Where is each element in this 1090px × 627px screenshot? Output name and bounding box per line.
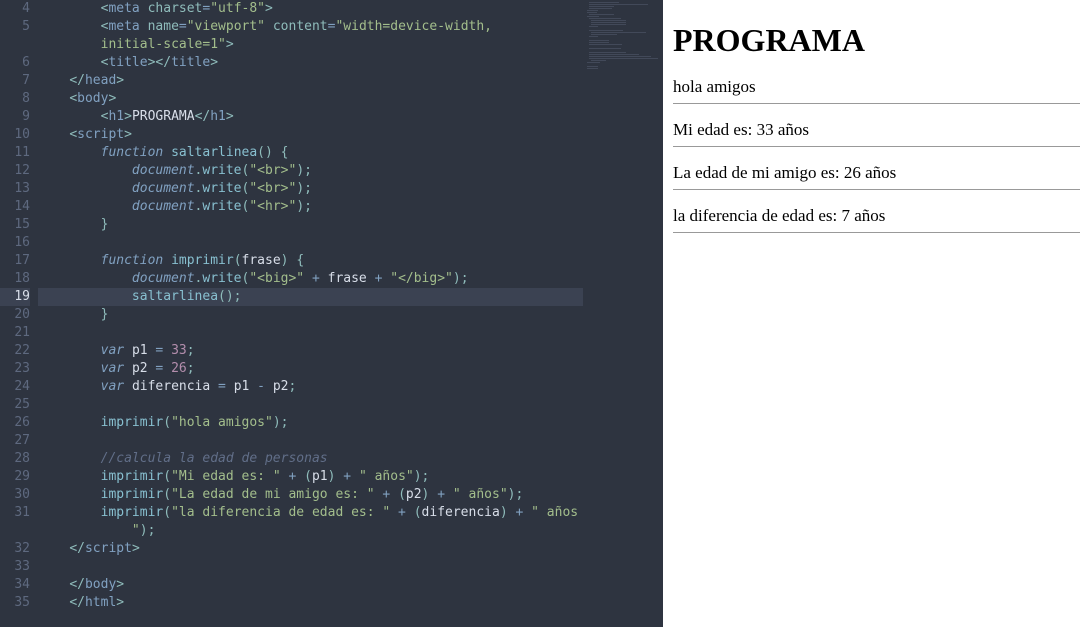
line-number[interactable]: 8 [0, 90, 30, 108]
code-line[interactable]: <title></title> [38, 54, 583, 72]
code-line[interactable]: } [38, 306, 583, 324]
line-number[interactable]: 30 [0, 486, 30, 504]
code-line[interactable]: function imprimir(frase) { [38, 252, 583, 270]
preview-body: hola amigos Mi edad es: 33 años La edad de… [673, 77, 1080, 233]
code-line[interactable]: imprimir("la diferencia de edad es: " + … [38, 504, 583, 522]
code-line[interactable]: document.write("<hr>"); [38, 198, 583, 216]
code-area[interactable]: <meta charset="utf-8"> <meta name="viewp… [38, 0, 583, 627]
line-number[interactable]: 9 [0, 108, 30, 126]
line-number[interactable]: 5 [0, 18, 30, 36]
code-line[interactable]: </head> [38, 72, 583, 90]
code-line[interactable]: </html> [38, 594, 583, 612]
line-number[interactable]: 22 [0, 342, 30, 360]
preview-divider [673, 103, 1080, 104]
line-number[interactable] [0, 522, 30, 540]
line-number[interactable]: 11 [0, 144, 30, 162]
code-line[interactable]: var p1 = 33; [38, 342, 583, 360]
line-number[interactable]: 32 [0, 540, 30, 558]
line-number-gutter[interactable]: 45 67891011121314151617181920212223242526… [0, 0, 38, 627]
code-line[interactable]: document.write("<br>"); [38, 180, 583, 198]
line-number[interactable]: 26 [0, 414, 30, 432]
code-line[interactable] [38, 558, 583, 576]
line-number[interactable]: 10 [0, 126, 30, 144]
preview-line: La edad de mi amigo es: 26 años [673, 163, 1080, 183]
code-line[interactable]: imprimir("La edad de mi amigo es: " + (p… [38, 486, 583, 504]
line-number[interactable]: 18 [0, 270, 30, 288]
code-line[interactable] [38, 324, 583, 342]
line-number[interactable] [0, 36, 30, 54]
browser-preview: PROGRAMA hola amigos Mi edad es: 33 años L… [663, 0, 1090, 627]
line-number[interactable]: 6 [0, 54, 30, 72]
line-number[interactable]: 34 [0, 576, 30, 594]
code-line[interactable]: imprimir("Mi edad es: " + (p1) + " años"… [38, 468, 583, 486]
line-number[interactable]: 27 [0, 432, 30, 450]
line-number[interactable]: 23 [0, 360, 30, 378]
line-number[interactable]: 35 [0, 594, 30, 612]
line-number[interactable]: 25 [0, 396, 30, 414]
preview-divider [673, 146, 1080, 147]
code-line[interactable]: //calcula la edad de personas [38, 450, 583, 468]
preview-line: hola amigos [673, 77, 1080, 97]
line-number[interactable]: 19 [0, 288, 30, 306]
code-line[interactable]: function saltarlinea() { [38, 144, 583, 162]
code-line[interactable]: <meta charset="utf-8"> [38, 0, 583, 18]
code-line[interactable]: imprimir("hola amigos"); [38, 414, 583, 432]
line-number[interactable]: 17 [0, 252, 30, 270]
preview-divider [673, 189, 1080, 190]
code-editor[interactable]: 45 67891011121314151617181920212223242526… [0, 0, 663, 627]
line-number[interactable]: 16 [0, 234, 30, 252]
code-line[interactable] [38, 432, 583, 450]
line-number[interactable]: 7 [0, 72, 30, 90]
line-number[interactable]: 12 [0, 162, 30, 180]
code-line[interactable]: var p2 = 26; [38, 360, 583, 378]
code-line[interactable]: var diferencia = p1 - p2; [38, 378, 583, 396]
code-line[interactable]: document.write("<big>" + frase + "</big>… [38, 270, 583, 288]
code-line[interactable]: document.write("<br>"); [38, 162, 583, 180]
preview-line: Mi edad es: 33 años [673, 120, 1080, 140]
line-number[interactable]: 15 [0, 216, 30, 234]
line-number[interactable]: 28 [0, 450, 30, 468]
line-number[interactable]: 14 [0, 198, 30, 216]
app-container: 45 67891011121314151617181920212223242526… [0, 0, 1090, 627]
code-line[interactable]: saltarlinea(); [38, 288, 583, 306]
code-line[interactable]: <h1>PROGRAMA</h1> [38, 108, 583, 126]
line-number[interactable]: 20 [0, 306, 30, 324]
preview-heading: PROGRAMA [673, 22, 1080, 59]
code-line[interactable] [38, 234, 583, 252]
line-number[interactable]: 24 [0, 378, 30, 396]
code-line[interactable]: <body> [38, 90, 583, 108]
line-number[interactable]: 4 [0, 0, 30, 18]
line-number[interactable]: 29 [0, 468, 30, 486]
code-line[interactable]: </script> [38, 540, 583, 558]
minimap[interactable] [583, 0, 663, 627]
preview-divider [673, 232, 1080, 233]
line-number[interactable]: 33 [0, 558, 30, 576]
code-line[interactable]: <script> [38, 126, 583, 144]
code-line[interactable]: } [38, 216, 583, 234]
preview-line: la diferencia de edad es: 7 años [673, 206, 1080, 226]
line-number[interactable]: 21 [0, 324, 30, 342]
code-line[interactable]: </body> [38, 576, 583, 594]
line-number[interactable]: 13 [0, 180, 30, 198]
code-line[interactable]: "); [38, 522, 583, 540]
line-number[interactable]: 31 [0, 504, 30, 522]
code-line[interactable]: <meta name="viewport" content="width=dev… [38, 18, 583, 36]
code-line[interactable]: initial-scale=1"> [38, 36, 583, 54]
code-line[interactable] [38, 396, 583, 414]
